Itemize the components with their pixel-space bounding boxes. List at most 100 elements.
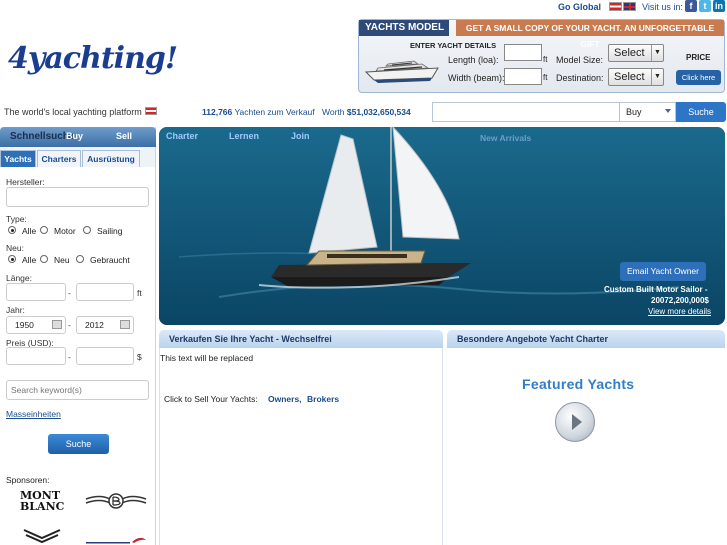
calendar-icon[interactable] [120, 320, 130, 329]
price-from-input[interactable] [6, 347, 66, 365]
go-global-link[interactable]: Go Global [558, 2, 601, 12]
sell-panel-title: Verkaufen Sie Ihre Yacht - Wechselfrei [159, 330, 443, 348]
tab-charters[interactable]: Charters [37, 150, 81, 167]
flag-austria-icon[interactable] [609, 2, 622, 11]
sell-yachts-text: Click to Sell Your Yachts: [164, 394, 258, 404]
range-dash: - [68, 352, 71, 362]
length-from-input[interactable] [6, 283, 66, 301]
total-worth: Worth $51,032,650,534 [322, 107, 411, 117]
count-value: 112,766 [202, 107, 233, 117]
price-unit: $ [137, 352, 142, 362]
length-to-input[interactable] [76, 283, 134, 301]
type-sailing-radio[interactable] [83, 226, 91, 234]
type-sailing-label: Sailing [97, 226, 123, 236]
new-all-radio[interactable] [8, 255, 16, 263]
view-more-details-link[interactable]: View more details [648, 307, 711, 316]
search-input[interactable] [432, 102, 621, 122]
twitter-icon[interactable]: t [699, 0, 711, 12]
units-link[interactable]: Masseinheiten [6, 409, 61, 419]
quick-search-title: Schnellsuche [10, 131, 75, 142]
hero-nav-learn[interactable]: Lernen [229, 131, 259, 141]
flag-austria-icon [145, 107, 157, 115]
search-button[interactable]: Suche [676, 102, 726, 122]
owners-link[interactable]: Owners, [268, 394, 302, 404]
new-new-label: Neu [54, 255, 70, 265]
hero-nav-new-arrivals[interactable]: New Arrivals [480, 133, 531, 143]
width-unit: ft [543, 73, 548, 82]
hero-yacht-image [159, 127, 725, 325]
flag-uk-icon[interactable] [623, 2, 636, 11]
hero-nav-charter[interactable]: Charter [166, 131, 198, 141]
hero-nav-join[interactable]: Join [291, 131, 310, 141]
type-motor-radio[interactable] [40, 226, 48, 234]
sponsors-label: Sponsoren: [6, 475, 50, 485]
destination-value: Select [614, 71, 645, 83]
charter-offers-title: Besondere Angebote Yacht Charter [447, 330, 725, 348]
yachts-for-sale-count: 112,766 Yachten zum Verkauf [202, 107, 315, 117]
manufacturer-label: Hersteller: [6, 177, 45, 187]
type-all-radio[interactable] [8, 226, 16, 234]
price-label: PRICE [686, 53, 711, 62]
length-label: Length (loa): [448, 55, 499, 65]
keyword-search-input[interactable] [6, 380, 149, 400]
year-label: Jahr: [6, 305, 25, 315]
range-dash: - [68, 288, 71, 298]
manufacturer-input[interactable] [6, 187, 149, 207]
type-all-label: Alle [22, 226, 37, 236]
destination-label: Destination: [556, 73, 604, 83]
site-logo[interactable]: 4yachting! [0, 35, 178, 95]
featured-yacht-hero[interactable] [159, 127, 725, 325]
bentley-logo[interactable] [84, 490, 148, 512]
hero-yacht-caption: Custom Built Motor Sailor - [604, 285, 708, 294]
model-size-label: Model Size: [556, 55, 604, 65]
montblanc-logo[interactable]: MONT BLANC [20, 490, 64, 512]
width-label: Width (beam): [448, 73, 505, 83]
new-label: Neu: [6, 243, 24, 253]
sell-panel-body [159, 348, 443, 545]
visit-us-label: Visit us in: [642, 2, 683, 12]
calendar-icon[interactable] [52, 320, 62, 329]
nav-buy[interactable]: Buy [66, 131, 83, 141]
brokers-link[interactable]: Brokers [307, 394, 339, 404]
type-label: Type: [6, 214, 27, 224]
new-used-label: Gebraucht [90, 255, 130, 265]
facebook-icon[interactable]: f [685, 0, 697, 12]
email-yacht-owner-button[interactable]: Email Yacht Owner [620, 262, 706, 281]
new-used-radio[interactable] [76, 255, 84, 263]
width-input[interactable] [504, 68, 542, 85]
enter-details-label: ENTER YACHT DETAILS [410, 41, 497, 50]
length-label: Länge: [6, 273, 32, 283]
worth-prefix: Worth [322, 107, 345, 117]
range-dash: - [68, 320, 71, 330]
sell-placeholder-text: This text will be replaced [160, 353, 254, 363]
tab-equipment[interactable]: Ausrüstung [82, 150, 140, 167]
new-new-radio[interactable] [40, 255, 48, 263]
price-to-input[interactable] [76, 347, 134, 365]
logo-text: 4yachting! [8, 41, 178, 76]
yacht-model-title: YACHTS MODEL [359, 20, 449, 36]
worth-value: $51,032,650,534 [346, 107, 411, 117]
model-size-select[interactable]: Select ▼ [608, 44, 664, 62]
sidebar-search-button[interactable]: Suche [48, 434, 109, 454]
count-suffix: Yachten zum Verkauf [234, 107, 315, 117]
tagline: The world's local yachting platform [4, 107, 142, 117]
model-size-value: Select [614, 47, 645, 59]
featured-yachts-title: Featured Yachts [522, 376, 635, 392]
tab-yachts[interactable]: Yachts [0, 150, 36, 167]
chevron-down-icon: ▼ [651, 45, 663, 61]
linkedin-icon[interactable]: in [713, 0, 725, 12]
click-here-button[interactable]: Click here [676, 70, 721, 85]
british-airways-logo[interactable] [84, 536, 148, 545]
play-icon[interactable] [555, 402, 595, 442]
destination-select[interactable]: Select ▼ [608, 68, 664, 86]
new-all-label: Alle [22, 255, 37, 265]
yacht-model-banner[interactable]: GET A SMALL COPY OF YOUR YACHT. AN UNFOR… [456, 20, 724, 49]
length-unit: ft [543, 55, 548, 64]
chevron-down-icon: ▼ [651, 69, 663, 85]
type-motor-label: Motor [54, 226, 76, 236]
length-input[interactable] [504, 44, 542, 61]
nav-sell[interactable]: Sell [116, 131, 132, 141]
hero-yacht-price: 20072,200,000$ [651, 296, 709, 305]
chevron-down-icon [665, 109, 671, 113]
armani-logo[interactable] [22, 528, 64, 545]
